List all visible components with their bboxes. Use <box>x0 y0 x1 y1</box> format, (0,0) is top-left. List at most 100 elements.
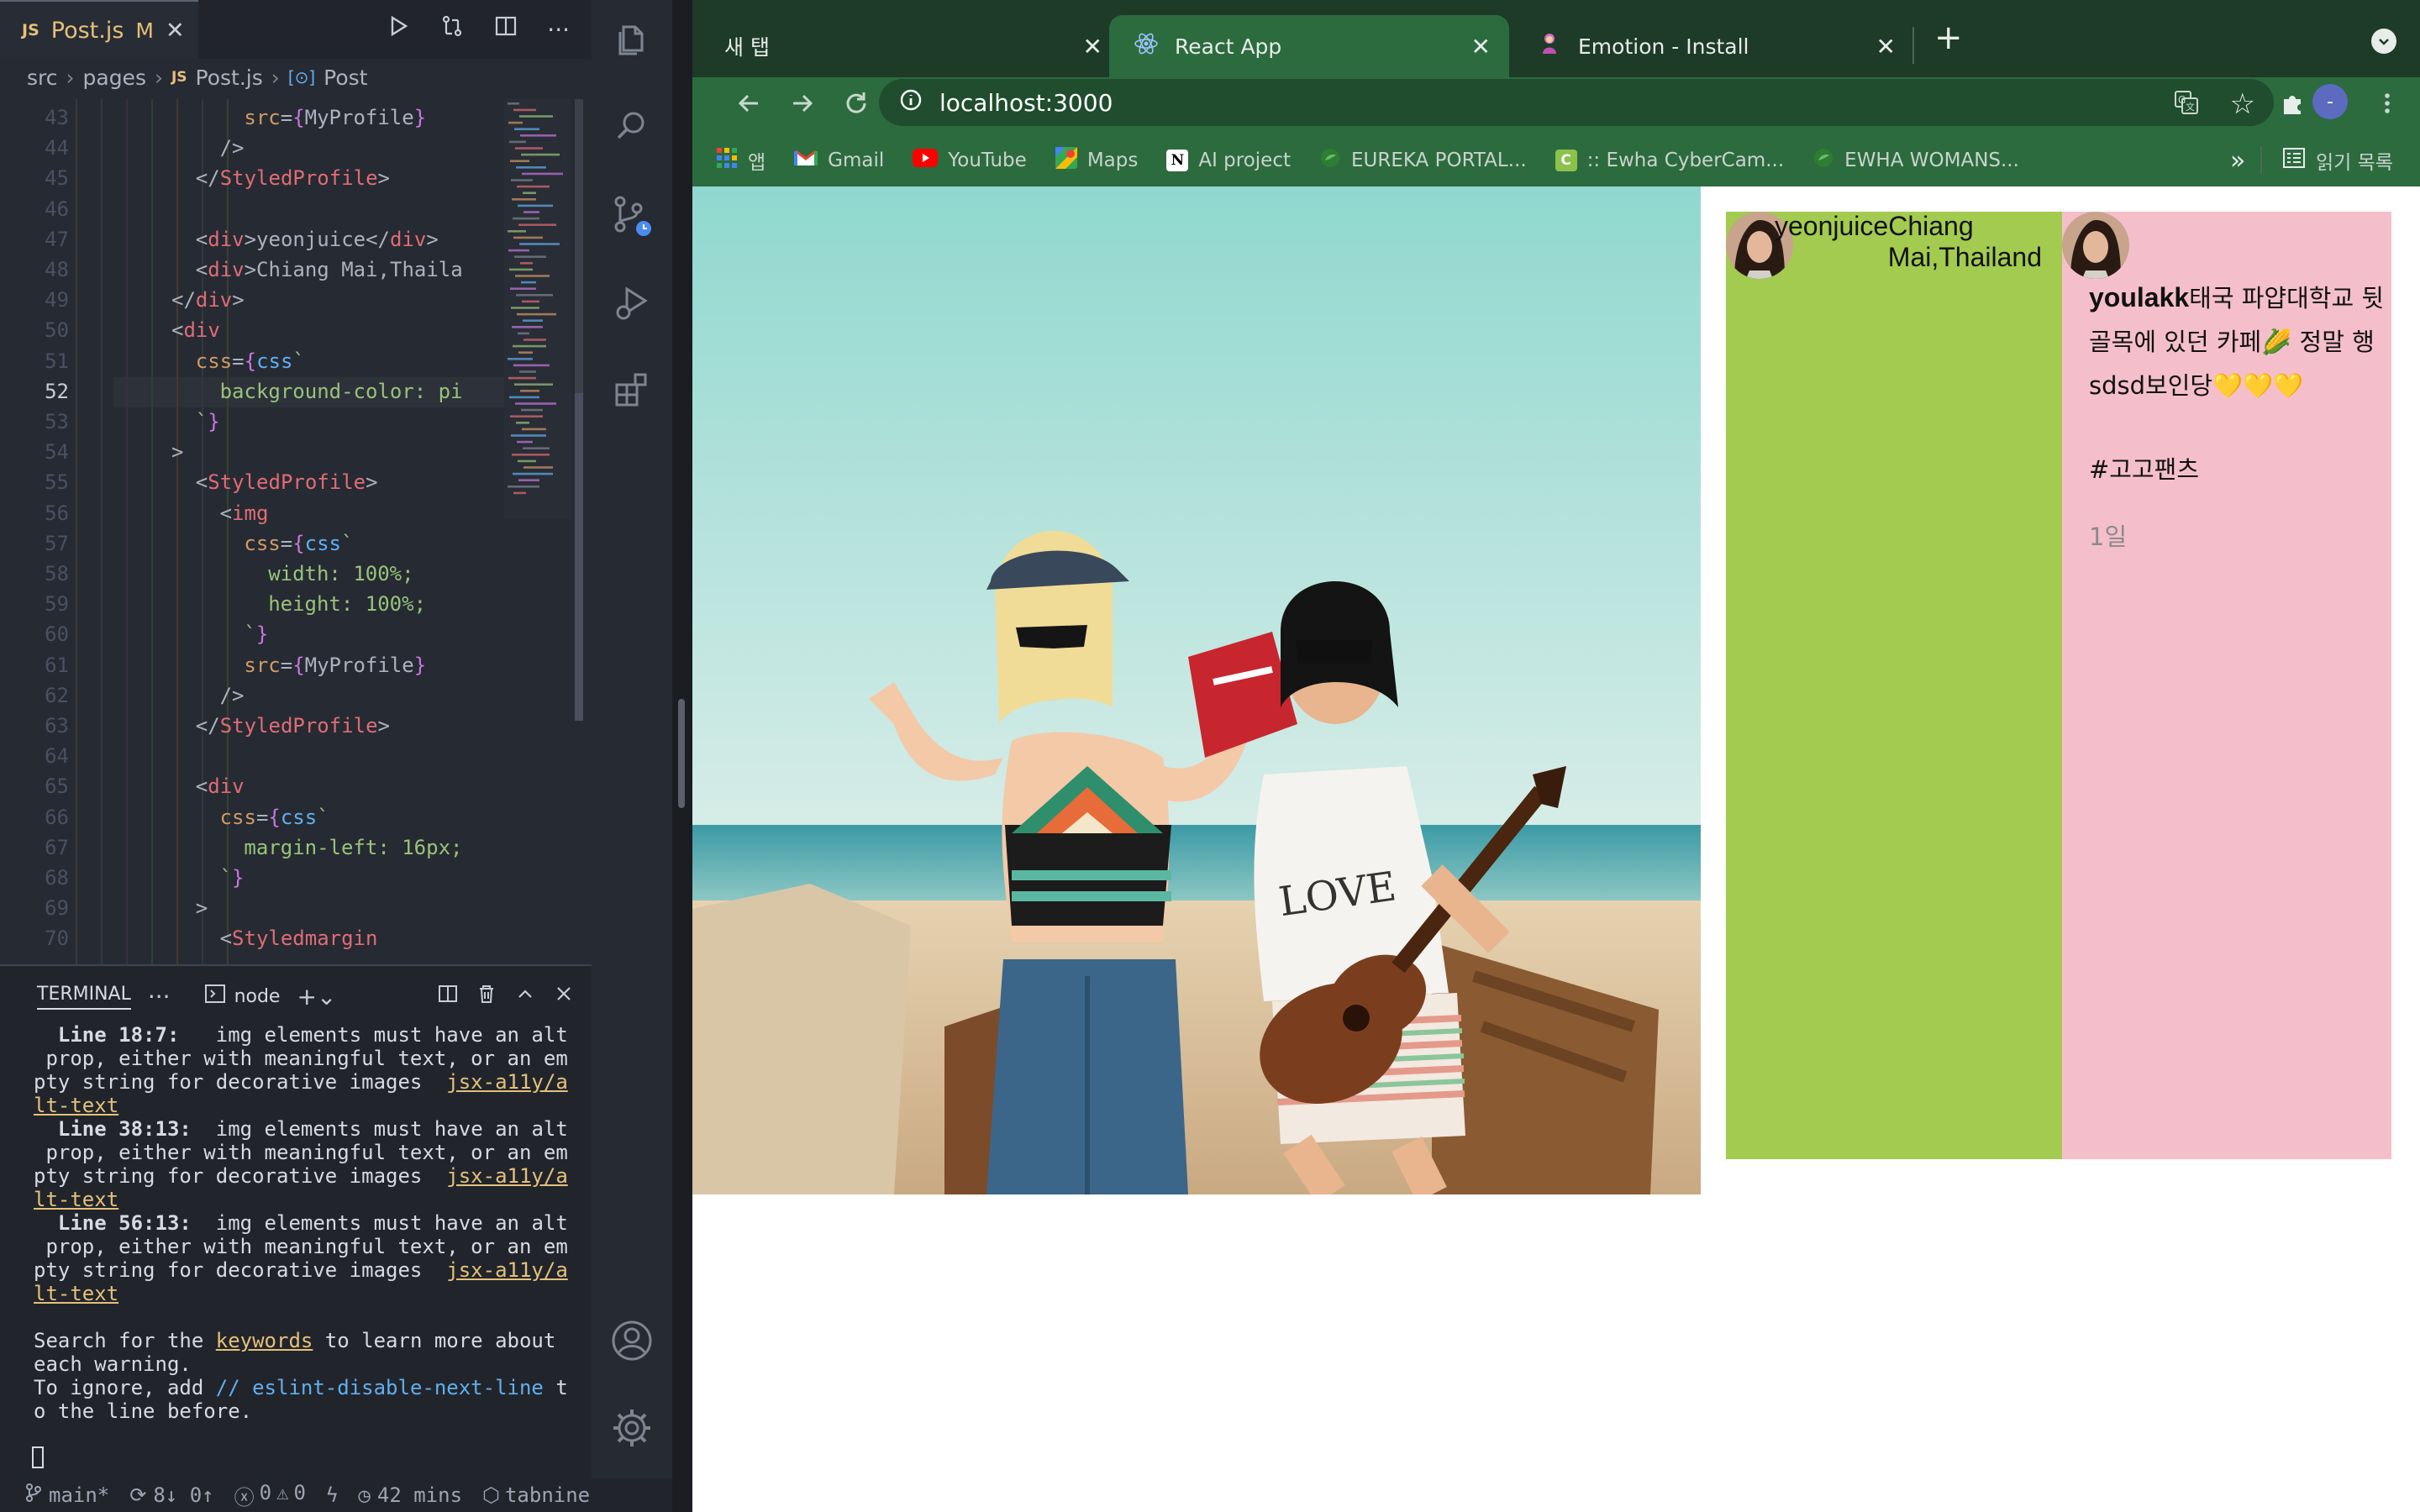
reading-list[interactable]: 읽기 목록 <box>2282 146 2393 175</box>
code-line: > <box>195 896 208 921</box>
forward-icon[interactable] <box>781 82 823 124</box>
bookmark-youtube[interactable]: YouTube <box>913 149 1027 172</box>
code-line: <StyledProfile> <box>195 470 378 495</box>
close-tab-icon[interactable]: ✕ <box>166 18 185 44</box>
post-hashtag[interactable]: #고고팬츠 <box>2089 450 2199 486</box>
author-avatar-image <box>2062 212 2129 279</box>
line-number: 65 <box>45 774 69 799</box>
emotion-logo-icon <box>1536 30 1563 62</box>
bookmark-ewha-womans[interactable]: EWHA WOMANS... <box>1812 147 2019 174</box>
code-line: /> <box>219 136 245 160</box>
maximize-panel-icon[interactable] <box>514 983 536 1011</box>
bookmark-eureka[interactable]: EUREKA PORTAL... <box>1319 147 1527 174</box>
browser-tab-new[interactable]: 새 탭 ✕ <box>701 15 1121 77</box>
account-icon[interactable] <box>608 1317 655 1364</box>
bookmark-cybercampus[interactable]: C :: Ewha CyberCam... <box>1555 150 1784 171</box>
shell-name: node <box>234 985 281 1007</box>
branch-status[interactable]: main* <box>25 1483 109 1508</box>
source-control-icon[interactable] <box>608 192 655 239</box>
trash-icon[interactable] <box>476 983 497 1011</box>
terminal-panel: TERMINAL ··· node +⌄ Line 18:7: img elem… <box>0 966 592 1478</box>
editor-scrollbar[interactable] <box>575 99 583 721</box>
code-line: background-color: pi <box>219 379 463 403</box>
close-tab-icon[interactable]: ✕ <box>1876 33 1896 60</box>
history-icon: ◷ <box>358 1483 371 1507</box>
terminal-cursor <box>32 1446 44 1468</box>
line-number: 46 <box>45 197 69 221</box>
profile-avatar[interactable]: - <box>2312 84 2348 119</box>
breadcrumb-symbol[interactable]: Post <box>324 66 367 90</box>
bookmark-ai-project[interactable]: N AI project <box>1166 150 1291 171</box>
line-number: 55 <box>45 470 69 495</box>
close-tab-icon[interactable]: ✕ <box>1471 33 1491 60</box>
status-bar: main* ⟳ 8↓ 0↑ ⓧ 0 ⚠ 0 ϟ ◷ 42 mins ⬡ tabnine <box>0 1478 672 1512</box>
tab-search-icon[interactable] <box>2371 29 2396 54</box>
code-line: <div>yeonjuice</div> <box>195 227 439 251</box>
terminal-shell-selector[interactable]: node <box>204 983 281 1011</box>
code-line: src={MyProfile} <box>244 653 427 677</box>
explorer-icon[interactable] <box>608 15 655 62</box>
code-area[interactable]: 43 src={MyProfile} 44 /> 45 </StyledProfile> 4… <box>0 99 504 964</box>
search-icon[interactable] <box>608 102 655 150</box>
post-author: youlakk <box>2089 282 2190 312</box>
svg-text:文: 文 <box>2186 101 2195 113</box>
bookmark-gmail[interactable]: Gmail <box>794 149 884 172</box>
extensions-icon[interactable] <box>608 366 655 413</box>
breadcrumb-pages[interactable]: pages <box>83 66 146 90</box>
split-editor-icon[interactable] <box>493 13 518 45</box>
sync-status[interactable]: ⟳ 8↓ 0↑ <box>129 1483 213 1507</box>
terminal-tab[interactable]: TERMINAL <box>37 984 131 1010</box>
apps-grid-icon <box>716 147 738 174</box>
line-number: 44 <box>45 136 69 160</box>
settings-gear-icon[interactable] <box>608 1404 655 1452</box>
editor-tab-post-js[interactable]: JS Post.js M ✕ <box>0 0 198 59</box>
tabnine-icon: ⬡ <box>482 1483 500 1507</box>
close-panel-icon[interactable] <box>553 983 575 1011</box>
maps-icon <box>1055 147 1077 174</box>
tabnine-status[interactable]: ⬡ tabnine <box>482 1483 590 1507</box>
breadcrumb-file[interactable]: Post.js <box>196 66 263 90</box>
extensions-puzzle-icon[interactable] <box>2272 82 2314 124</box>
react-logo-icon <box>1133 30 1160 62</box>
address-bar[interactable]: localhost:3000 G文 ☆ <box>879 79 2274 126</box>
post-caption: youlakk태국 파얍대학교 뒷 골목에 있던 카페🌽 정말 행 sdsd보인당💛… <box>2089 282 2385 400</box>
post-photo: LOVE <box>692 186 1701 1194</box>
line-number: 61 <box>45 653 69 677</box>
lightning-icon[interactable]: ϟ <box>326 1483 338 1507</box>
site-info-icon[interactable] <box>899 88 923 118</box>
tab-title: 새 탭 <box>724 35 770 60</box>
bookmark-apps[interactable]: 앱 <box>716 146 765 175</box>
chevron-right-icon: › <box>271 65 280 90</box>
terminal-icon <box>204 983 226 1011</box>
add-terminal-icon[interactable]: +⌄ <box>297 983 336 1011</box>
split-terminal-icon[interactable] <box>437 983 459 1011</box>
new-tab-button[interactable]: + <box>1934 18 1963 57</box>
code-line: <Styledmargin <box>219 927 378 951</box>
run-icon[interactable] <box>386 13 411 45</box>
bookmark-star-icon[interactable]: ☆ <box>2230 87 2255 121</box>
time-status[interactable]: ◷ 42 mins <box>358 1483 462 1507</box>
web-page: LOVE yeonjuiceChiang Mai,Thailand youlak… <box>692 186 2420 1512</box>
close-tab-icon[interactable]: ✕ <box>1083 33 1102 60</box>
more-actions-icon[interactable]: ··· <box>547 16 570 44</box>
compare-changes-icon[interactable] <box>439 13 465 45</box>
translate-icon[interactable]: G文 <box>2173 89 2200 122</box>
menu-kebab-icon[interactable] <box>2366 82 2408 124</box>
problems-status[interactable]: ⓧ 0 ⚠ 0 <box>234 1481 306 1510</box>
minimap[interactable] <box>504 99 571 519</box>
browser-tab-emotion[interactable]: Emotion - Install ✕ <box>1512 15 1914 77</box>
more-bookmarks-icon[interactable]: » <box>2230 146 2245 176</box>
reload-icon[interactable] <box>835 82 877 124</box>
reading-list-icon <box>2282 147 2306 174</box>
more-icon[interactable]: ··· <box>148 983 171 1011</box>
terminal-output[interactable]: Line 18:7: img elements must have an alt… <box>34 1023 571 1423</box>
screen: { "editor": { "tab": {"icon": "JS", "nam… <box>0 0 2420 1512</box>
browser-tab-react-app[interactable]: React App ✕ <box>1109 15 1509 77</box>
bookmark-maps[interactable]: Maps <box>1055 147 1138 174</box>
profile-card: yeonjuiceChiang Mai,Thailand <box>1726 211 2062 1159</box>
breadcrumb-src[interactable]: src <box>27 66 58 90</box>
resize-handle[interactable] <box>678 699 685 808</box>
run-debug-icon[interactable] <box>608 279 655 326</box>
ewha-leaf-icon <box>1319 147 1341 174</box>
back-icon[interactable] <box>728 82 770 124</box>
